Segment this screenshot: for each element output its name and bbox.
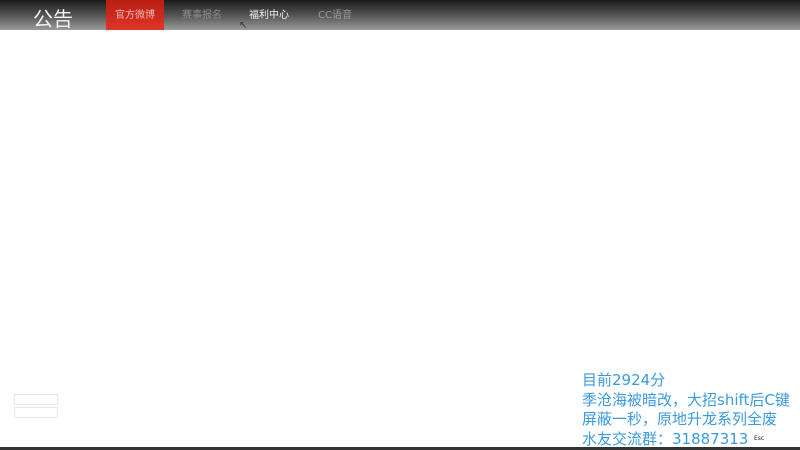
esc-button[interactable]: Esc xyxy=(754,435,764,442)
tab-event-signup[interactable]: 赛事报名 xyxy=(173,0,231,30)
page-title: 公告 xyxy=(33,7,73,31)
overlay-line: 屏蔽一秒，原地升龙系列全废 xyxy=(582,410,778,428)
tab-official-weibo[interactable]: 官方微博 xyxy=(106,0,164,30)
tab-cc-voice[interactable]: CC语音 xyxy=(306,0,364,30)
tab-welfare-center[interactable]: 福利中心 xyxy=(240,0,298,30)
top-nav-bar: 公告 官方微博 赛事报名 福利中心 CC语音 ↖ xyxy=(0,0,800,31)
watermark-logo xyxy=(14,392,58,420)
overlay-line: 季沧海被暗改，大招shift后C键 xyxy=(582,390,790,409)
mouse-cursor-icon: ↖ xyxy=(239,20,248,31)
overlay-line: 目前2924分 xyxy=(582,371,666,389)
